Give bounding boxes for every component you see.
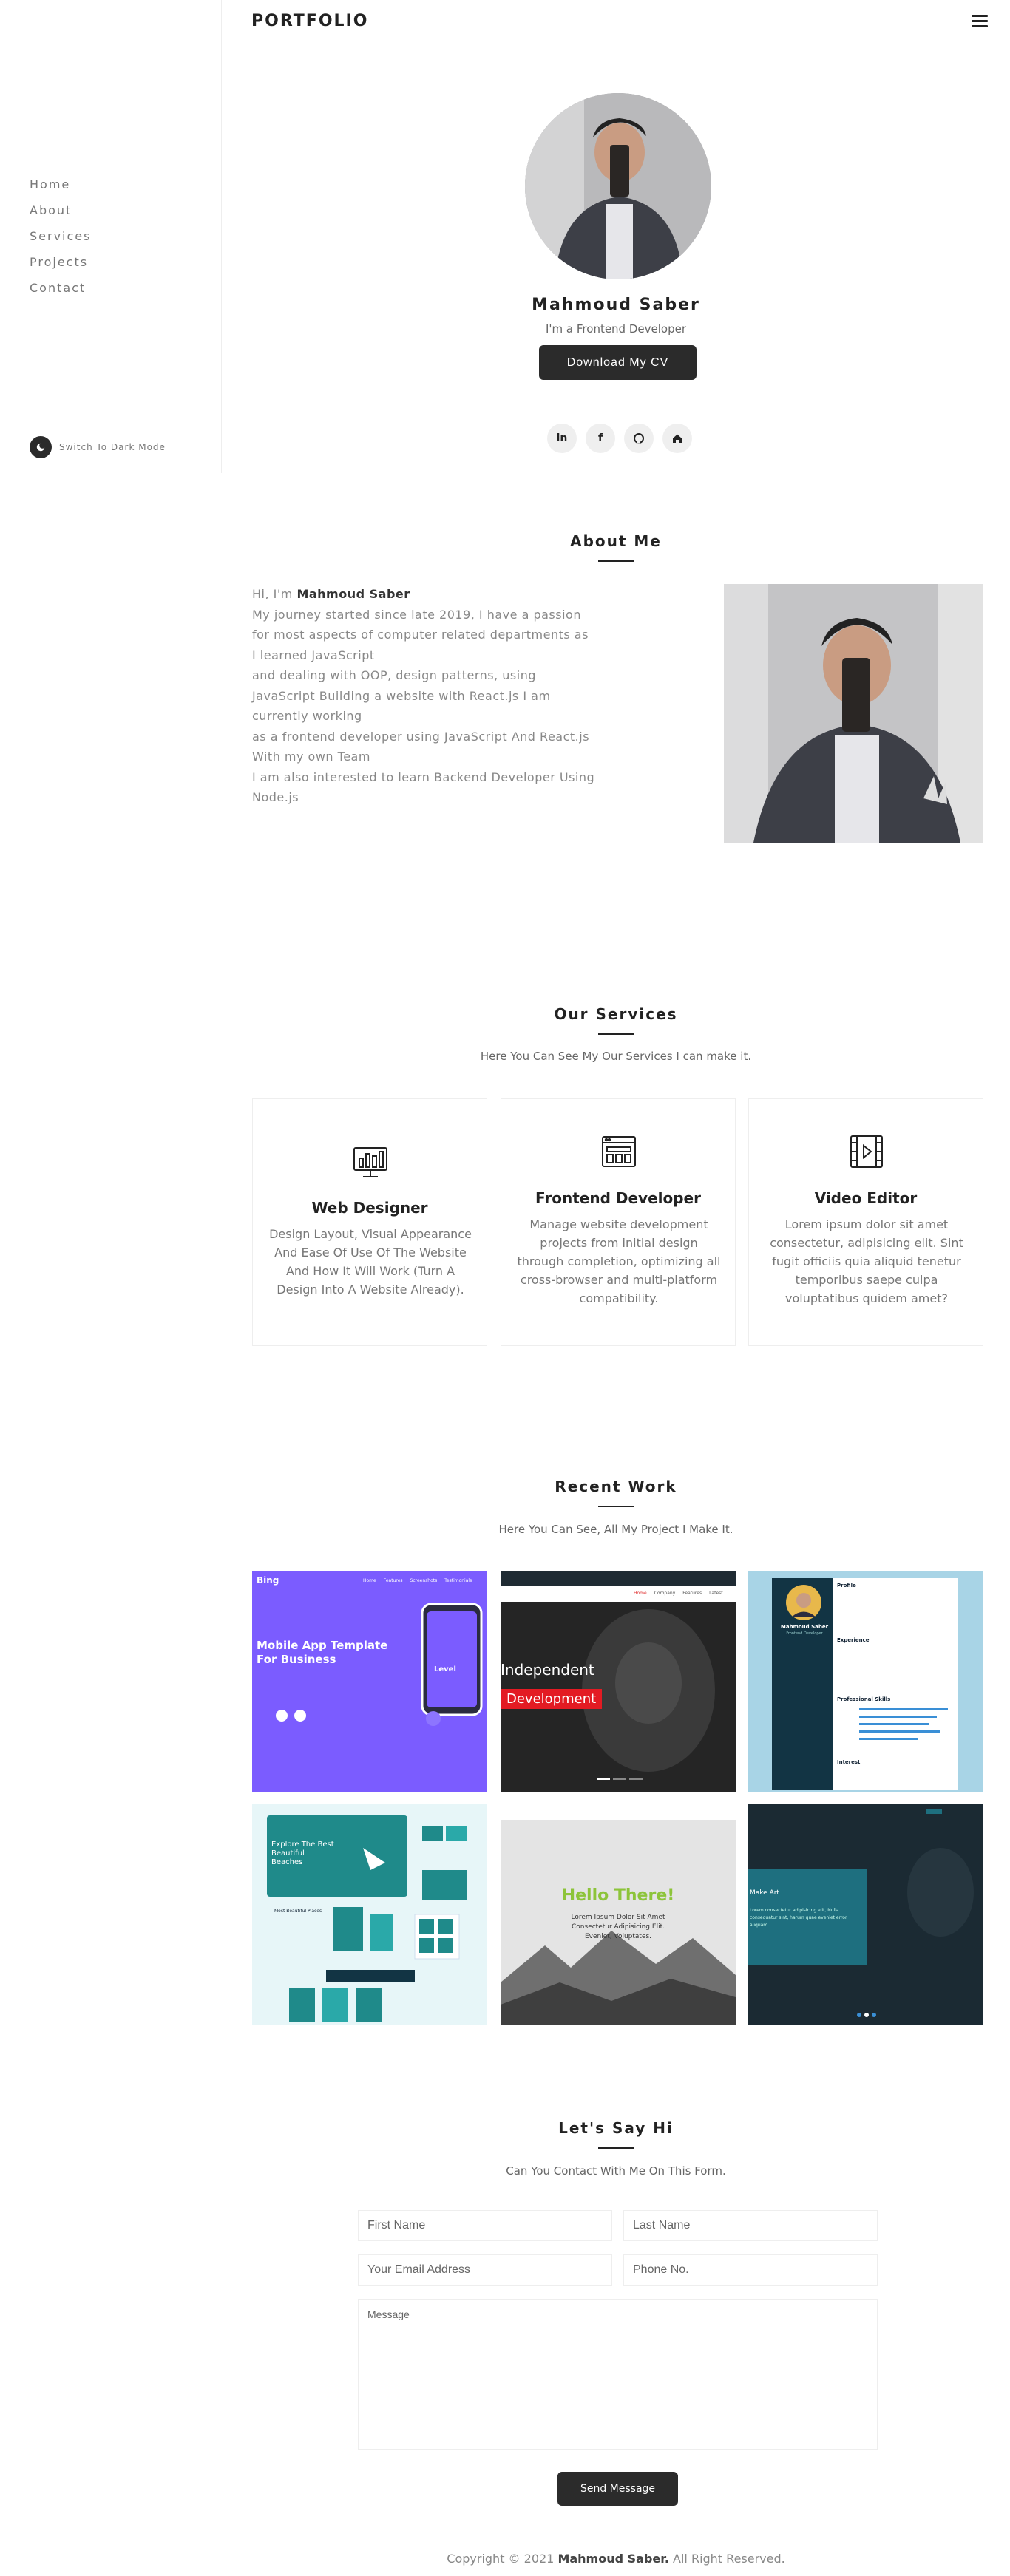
service-desc: Lorem ipsum dolor sit amet consectetur, … [770, 1217, 963, 1305]
project-logo: Bing [257, 1575, 279, 1586]
hero-role: I'm a Frontend Developer [546, 322, 686, 336]
about-line: Node.js [252, 790, 299, 804]
service-title: Frontend Developer [535, 1189, 701, 1207]
services-divider [598, 1033, 634, 1035]
resume-name: Mahmoud Saber [780, 1624, 829, 1630]
project-card-resume[interactable]: Mahmoud Saber Frontend Developer Profile… [748, 1571, 983, 1792]
about-text: Hi, I'm Mahmoud Saber My journey started… [252, 584, 618, 808]
footer-name: Mahmoud Saber. [557, 2552, 669, 2566]
linkedin-icon[interactable]: in [547, 424, 577, 453]
project-heading: Make Art [750, 1889, 779, 1897]
project-heading: Independent [501, 1661, 594, 1679]
about-line: and dealing with OOP, design patterns, u… [252, 668, 536, 682]
project-heading: Hello There! [561, 1886, 675, 1905]
project-card-make-art[interactable]: Make Art Lorem consectetur adipisicing e… [748, 1804, 983, 2025]
contact-subtitle: Can You Contact With Me On This Form. [506, 2164, 726, 2178]
sidebar: Home About Services Projects Contact Swi… [0, 0, 222, 473]
about-line: for most aspects of computer related dep… [252, 628, 589, 642]
project-card-beaches[interactable]: Explore The Best Beautiful Beaches Most … [252, 1804, 487, 2025]
project-card-mobile-app[interactable]: Bing Home Features Screenshots Testimonials… [252, 1571, 487, 1792]
about-line: With my own Team [252, 750, 370, 764]
last-name-field[interactable] [623, 2210, 878, 2241]
contact-title: Let's Say Hi [558, 2119, 674, 2137]
top-header: PORTFOLIO [222, 0, 1010, 44]
profile-avatar [525, 93, 711, 279]
project-heading: Explore The Best Beautiful Beaches [271, 1841, 334, 1866]
social-links: in f [547, 424, 692, 453]
dark-mode-label: Switch To Dark Mode [59, 442, 166, 452]
hamburger-menu-icon[interactable] [972, 15, 988, 28]
nav-item-projects[interactable]: Projects [30, 249, 91, 275]
services-title: Our Services [554, 1005, 678, 1023]
service-desc: Manage website development projects from… [517, 1217, 721, 1305]
project-sub: Most Beautiful Places [274, 1909, 322, 1914]
footer: Copyright © 2021 Mahmoud Saber. All Righ… [447, 2552, 785, 2566]
project-tag: Development [501, 1689, 603, 1709]
resume-section: Professional Skills [837, 1696, 891, 1702]
moon-icon [30, 436, 52, 458]
services-subtitle: Here You Can See My Our Services I can m… [480, 1050, 752, 1063]
project-card-independent[interactable]: Home Company Features Latest Independent De… [501, 1571, 736, 1792]
work-title: Recent Work [555, 1478, 677, 1495]
nav-item-home[interactable]: Home [30, 171, 91, 197]
project-card-hello-there[interactable]: Hello There! Lorem Ipsum Dolor Sit Amet … [501, 1820, 736, 2025]
about-line: I am also interested to learn Backend De… [252, 769, 595, 784]
work-subtitle: Here You Can See, All My Project I Make … [498, 1523, 733, 1536]
brand-logo[interactable]: PORTFOLIO [251, 12, 368, 30]
resume-section: Profile [837, 1583, 856, 1588]
about-greeting-line: Hi, I'm Mahmoud Saber [252, 587, 410, 601]
resume-section: Experience [837, 1637, 870, 1643]
service-card-frontend-developer: Frontend Developer Manage website develo… [501, 1098, 736, 1346]
phone-field[interactable] [623, 2254, 878, 2286]
about-line: as a frontend developer using JavaScript… [252, 729, 590, 744]
work-divider [598, 1506, 634, 1507]
contact-divider [598, 2147, 634, 2149]
project-heading: Mobile App Template For Business [257, 1639, 388, 1666]
email-field[interactable] [358, 2254, 612, 2286]
service-card-web-designer: Web Designer Design Layout, Visual Appea… [252, 1098, 487, 1346]
nav-item-services[interactable]: Services [30, 223, 91, 249]
about-name: Mahmoud Saber [296, 587, 410, 601]
download-cv-button[interactable]: Download My CV [539, 345, 697, 380]
about-divider [598, 560, 634, 562]
about-photo [724, 584, 983, 843]
project-text: Lorem consectetur adipisicing elit, Null… [750, 1908, 847, 1928]
service-title: Video Editor [814, 1189, 918, 1207]
video-play-icon [848, 1133, 885, 1170]
home-icon[interactable] [662, 424, 692, 453]
about-line: JavaScript Building a website with React… [252, 688, 551, 703]
phone-label: Level [434, 1665, 456, 1673]
about-line: My journey started since late 2019, I ha… [252, 607, 581, 622]
side-nav: Home About Services Projects Contact [30, 171, 91, 301]
facebook-icon[interactable]: f [586, 424, 615, 453]
send-message-button[interactable]: Send Message [557, 2472, 678, 2506]
nav-item-contact[interactable]: Contact [30, 275, 91, 301]
project-text: Lorem Ipsum Dolor Sit Amet Consectetur A… [571, 1914, 665, 1940]
hero-name: Mahmoud Saber [532, 296, 700, 314]
about-line: currently working [252, 709, 362, 723]
service-title: Web Designer [311, 1199, 428, 1217]
nav-item-about[interactable]: About [30, 197, 91, 223]
resume-section: Interest [837, 1759, 861, 1765]
message-field[interactable] [358, 2299, 878, 2450]
github-icon[interactable] [624, 424, 654, 453]
about-title: About Me [570, 532, 662, 550]
service-desc: Design Layout, Visual Appearance And Eas… [269, 1227, 472, 1297]
first-name-field[interactable] [358, 2210, 612, 2241]
resume-role: Frontend Developer [786, 1631, 823, 1636]
browser-window-icon [600, 1133, 637, 1170]
about-line: I learned JavaScript [252, 648, 375, 662]
project-nav: Home Company Features Latest [634, 1591, 723, 1596]
project-nav: Home Features Screenshots Testimonials [363, 1578, 472, 1583]
service-card-video-editor: Video Editor Lorem ipsum dolor sit amet … [748, 1098, 983, 1346]
dark-mode-toggle[interactable]: Switch To Dark Mode [30, 436, 166, 458]
monitor-chart-icon [352, 1143, 389, 1180]
